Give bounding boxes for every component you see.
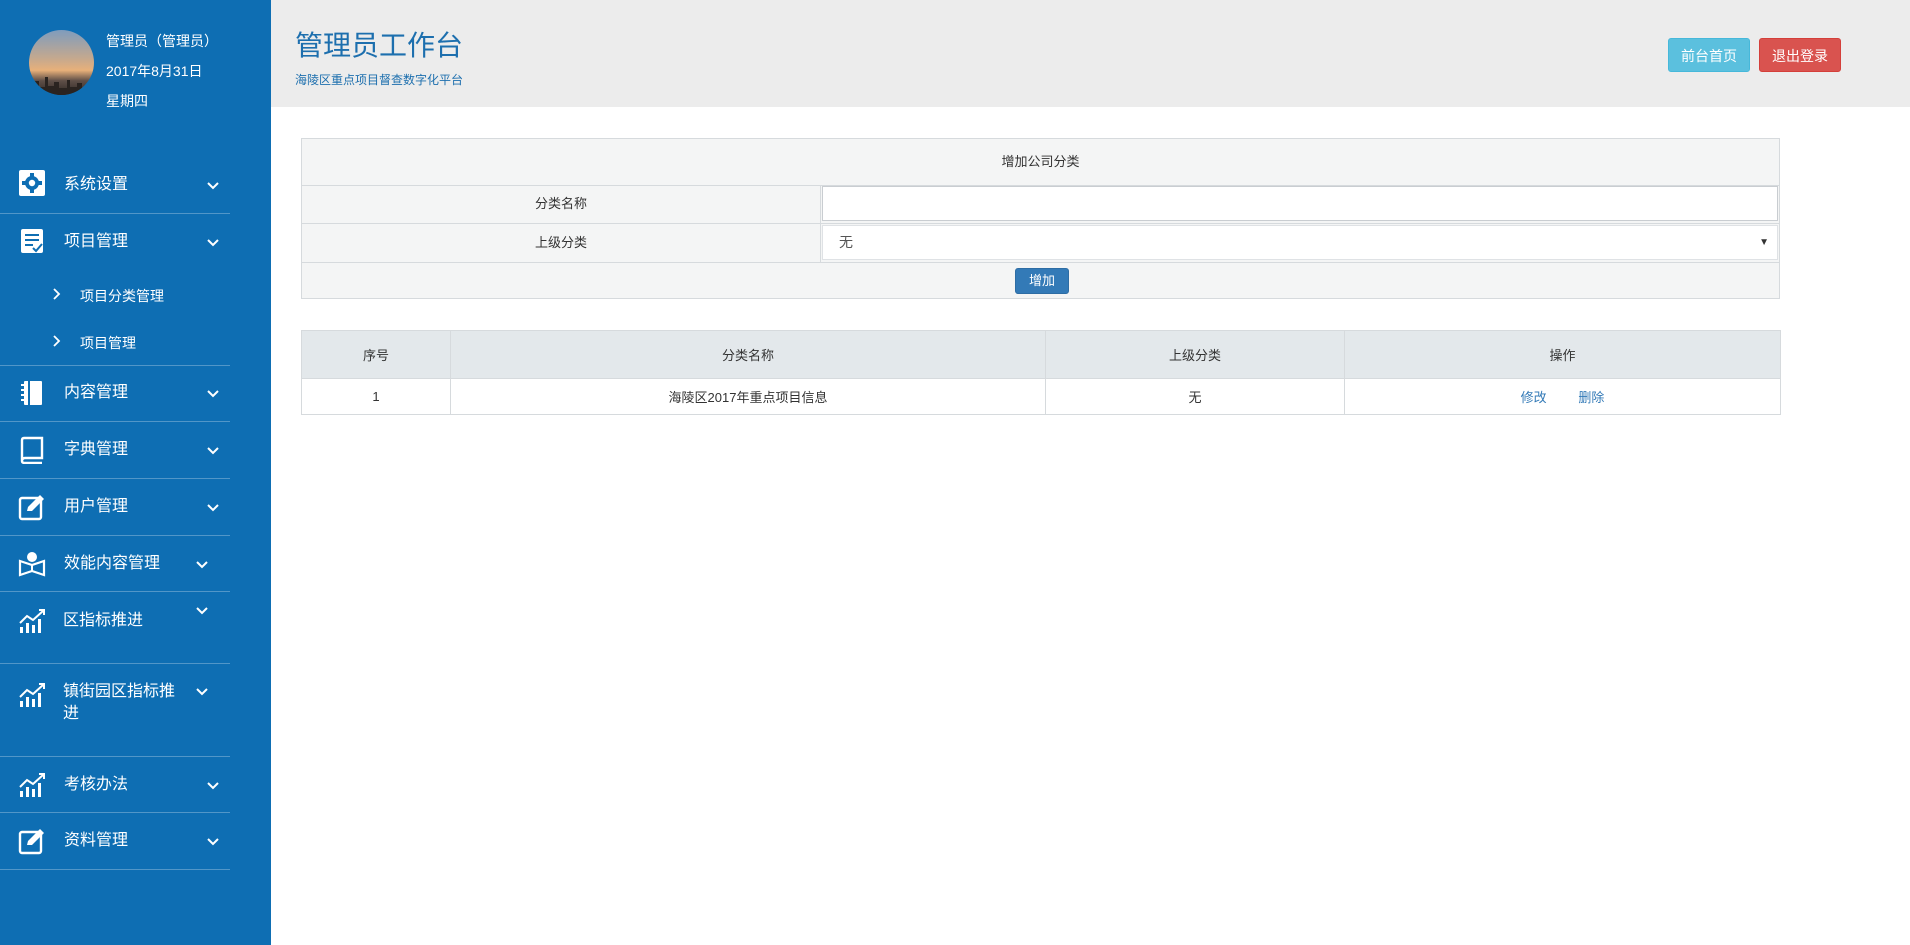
user-name: 管理员（管理员） (106, 33, 218, 49)
column-header-name: 分类名称 (450, 330, 1046, 379)
add-category-form: 增加公司分类 分类名称 上级分类 无 ▼ 增加 (301, 138, 1780, 299)
menu-efficiency-content[interactable]: 效能内容管理 (0, 536, 230, 592)
user-profile: 管理员（管理员） 2017年8月31日 星期四 (0, 0, 271, 130)
chevron-right-icon (53, 335, 61, 347)
parent-category-selected: 无 (839, 234, 853, 250)
add-button[interactable]: 增加 (1015, 268, 1069, 294)
gear-icon (19, 170, 45, 196)
chevron-down-icon (207, 390, 219, 398)
menu-label: 字典管理 (64, 441, 129, 458)
menu-label: 区指标推进 (63, 612, 144, 629)
reader-icon (18, 552, 46, 577)
book-icon (20, 436, 44, 464)
menu-district-indicators[interactable]: 区指标推进 (0, 592, 230, 664)
submenu-label: 项目管理 (80, 335, 136, 351)
notebook-icon (21, 381, 42, 405)
checklist-icon (21, 229, 43, 253)
menu-label: 效能内容管理 (64, 555, 161, 572)
parent-category-row: 上级分类 无 ▼ (302, 224, 1779, 263)
menu-system-settings[interactable]: 系统设置 (0, 157, 230, 214)
chevron-down-icon (207, 447, 219, 455)
menu-materials-management[interactable]: 资料管理 (0, 813, 230, 870)
menu-label: 镇街园区指标推进 (63, 683, 176, 722)
cell-name: 海陵区2017年重点项目信息 (450, 378, 1046, 415)
current-date: 2017年8月31日 (106, 63, 203, 79)
page-subtitle: 海陵区重点项目督查数字化平台 (295, 73, 464, 87)
form-title: 增加公司分类 (302, 139, 1779, 186)
menu-town-park-indicators[interactable]: 镇街园区指标推进 (0, 664, 230, 757)
delete-link[interactable]: 删除 (1578, 390, 1604, 405)
column-header-parent: 上级分类 (1045, 330, 1345, 379)
chevron-down-icon (196, 607, 208, 615)
column-header-index: 序号 (301, 330, 451, 379)
table-header-row: 序号 分类名称 上级分类 操作 (301, 330, 1781, 379)
cell-parent: 无 (1045, 378, 1345, 415)
submenu-label: 项目分类管理 (80, 288, 164, 304)
trend-icon (19, 773, 45, 797)
current-weekday: 星期四 (106, 93, 148, 109)
menu-label: 系统设置 (64, 176, 129, 193)
parent-category-select[interactable]: 无 ▼ (822, 225, 1778, 260)
category-name-row: 分类名称 (302, 185, 1779, 224)
edit-icon (18, 829, 44, 855)
sidebar: 管理员（管理员） 2017年8月31日 星期四 系统设置 项目管理 项目分类管理… (0, 0, 271, 945)
menu-assessment-methods[interactable]: 考核办法 (0, 757, 230, 813)
menu-label: 用户管理 (64, 498, 129, 515)
edit-link[interactable]: 修改 (1521, 390, 1547, 405)
avatar (29, 30, 94, 95)
trend-icon (19, 609, 45, 633)
chevron-down-icon (207, 782, 219, 790)
page-header: 管理员工作台 海陵区重点项目督查数字化平台 前台首页 退出登录 (271, 0, 1910, 107)
chevron-down-icon (207, 239, 219, 247)
page-title: 管理员工作台 (295, 30, 464, 61)
dropdown-caret-icon: ▼ (1759, 237, 1769, 248)
menu-dictionary-management[interactable]: 字典管理 (0, 422, 230, 479)
table-row: 1 海陵区2017年重点项目信息 无 修改 删除 (301, 378, 1781, 415)
menu-content-management[interactable]: 内容管理 (0, 366, 230, 422)
cell-index: 1 (301, 378, 451, 415)
city-skyline-image (29, 77, 94, 95)
chevron-right-icon (53, 288, 61, 300)
logout-button[interactable]: 退出登录 (1759, 38, 1841, 72)
frontend-home-button[interactable]: 前台首页 (1668, 38, 1750, 72)
menu-label: 资料管理 (64, 832, 129, 849)
chevron-down-icon (207, 838, 219, 846)
parent-category-label: 上级分类 (302, 224, 821, 262)
chevron-down-icon (207, 504, 219, 512)
menu-label: 项目管理 (64, 233, 129, 250)
trend-icon (19, 683, 45, 707)
submenu-project-list[interactable]: 项目管理 (0, 319, 230, 366)
menu-label: 内容管理 (64, 384, 129, 401)
column-header-actions: 操作 (1344, 330, 1781, 379)
cell-actions: 修改 删除 (1344, 378, 1781, 415)
chevron-down-icon (207, 182, 219, 190)
category-name-label: 分类名称 (302, 185, 821, 223)
menu-user-management[interactable]: 用户管理 (0, 479, 230, 536)
chevron-down-icon (196, 688, 208, 696)
chevron-down-icon (196, 561, 208, 569)
menu-label: 考核办法 (64, 776, 129, 793)
menu-project-management[interactable]: 项目管理 (0, 214, 230, 270)
submenu-project-category[interactable]: 项目分类管理 (0, 272, 230, 318)
category-name-input[interactable] (822, 186, 1778, 221)
edit-icon (18, 495, 44, 521)
category-table: 序号 分类名称 上级分类 操作 1 海陵区2017年重点项目信息 无 修改 删除 (301, 330, 1781, 415)
